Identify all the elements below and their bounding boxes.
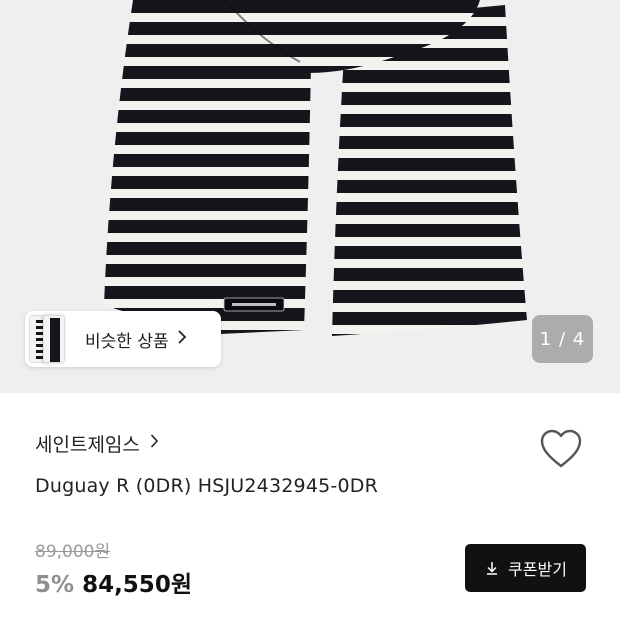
sale-price: 84,550원: [82, 572, 192, 598]
image-page-indicator: 1 / 4: [532, 315, 593, 363]
similar-thumbnail: [43, 315, 65, 363]
similar-products-button[interactable]: 비슷한 상품: [25, 311, 221, 367]
wishlist-button[interactable]: [538, 428, 584, 472]
similar-thumbnails: [27, 311, 75, 367]
coupon-download-button[interactable]: 쿠폰받기: [465, 544, 586, 592]
price-row: 5% 84,550원: [35, 565, 192, 599]
discount-rate: 5%: [35, 572, 75, 598]
chevron-right-icon: [150, 433, 159, 454]
brand-name: 세인트제임스: [35, 434, 140, 456]
product-name: Duguay R (0DR) HSJU2432945-0DR: [35, 475, 378, 497]
product-image-gallery[interactable]: 비슷한 상품 1 / 4: [0, 0, 620, 393]
chevron-right-icon: [177, 329, 187, 349]
coupon-label: 쿠폰받기: [508, 560, 567, 579]
heart-outline-icon: [540, 429, 582, 468]
download-icon: [487, 562, 498, 575]
original-price: 89,000원: [35, 542, 111, 562]
brand-link[interactable]: 세인트제임스: [35, 430, 159, 457]
similar-products-label: 비슷한 상품: [85, 331, 169, 352]
